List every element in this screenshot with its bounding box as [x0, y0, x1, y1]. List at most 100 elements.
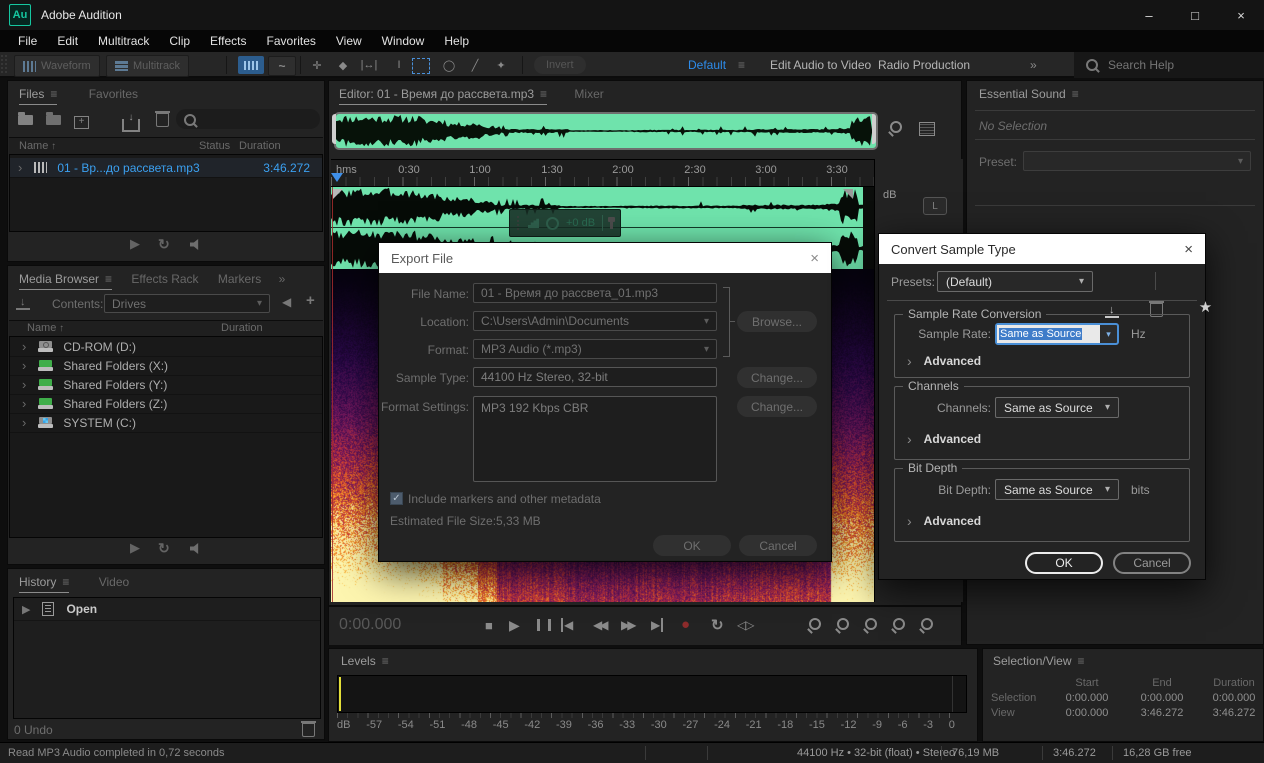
box-selection-tool-icon[interactable]: [412, 58, 430, 74]
invert-button[interactable]: Invert: [534, 56, 586, 74]
view-duration[interactable]: 3:46.272: [1199, 707, 1264, 719]
expand-chevron-icon[interactable]: [18, 160, 22, 175]
zoom-in-vertical-icon[interactable]: [806, 618, 821, 633]
display-options-icon[interactable]: [919, 122, 935, 136]
hud-pin-icon[interactable]: [610, 218, 613, 229]
new-item-icon[interactable]: [74, 116, 89, 129]
maximize-button[interactable]: □: [1172, 0, 1218, 30]
workspace-overflow-icon[interactable]: »: [1030, 52, 1037, 78]
favorite-star-icon[interactable]: [1199, 298, 1212, 316]
menu-effects[interactable]: Effects: [200, 34, 256, 48]
expand-chevron-icon[interactable]: [22, 339, 26, 354]
sample-rate-combo[interactable]: Same as Source ▾: [995, 323, 1119, 345]
presets-dropdown[interactable]: (Default)▾: [937, 271, 1093, 292]
skip-selection-button[interactable]: [737, 618, 753, 632]
cancel-button[interactable]: Cancel: [739, 535, 817, 556]
show-spectral-display-button[interactable]: ~: [268, 56, 296, 76]
drive-row[interactable]: Shared Folders (Y:): [10, 375, 322, 395]
paintbrush-tool-icon[interactable]: ╱: [464, 56, 486, 74]
location-dropdown[interactable]: C:\Users\Admin\Documents▾: [473, 311, 717, 331]
move-tool-icon[interactable]: ✛: [306, 56, 328, 74]
loop-playback-button[interactable]: [711, 616, 724, 634]
column-duration[interactable]: Duration: [221, 322, 263, 334]
zoom-in-horizontal-icon[interactable]: [862, 618, 877, 633]
drive-row[interactable]: Shared Folders (Z:): [10, 394, 322, 414]
tab-selection-view[interactable]: Selection/View: [993, 654, 1085, 671]
change-format-settings-button[interactable]: Change...: [737, 396, 817, 417]
cancel-button[interactable]: Cancel: [1113, 552, 1191, 574]
lasso-selection-tool-icon[interactable]: ◯: [438, 56, 460, 74]
change-sample-type-button[interactable]: Change...: [737, 367, 817, 388]
panel-menu-icon[interactable]: [62, 575, 69, 589]
ok-button[interactable]: OK: [1025, 552, 1103, 574]
panel-menu-icon[interactable]: [105, 272, 112, 286]
batch-export-icon[interactable]: [122, 119, 140, 132]
selection-end[interactable]: 0:00.000: [1125, 692, 1199, 704]
time-selection-tool-icon[interactable]: |↔|: [358, 56, 380, 74]
menu-multitrack[interactable]: Multitrack: [88, 34, 159, 48]
tab-editor[interactable]: Editor: 01 - Время до рассвета.mp3: [339, 87, 547, 105]
play-button[interactable]: [509, 617, 520, 634]
left-channel-button[interactable]: L: [923, 197, 947, 215]
import-file-icon[interactable]: [46, 115, 61, 125]
bit-depth-advanced[interactable]: Advanced: [907, 513, 981, 529]
column-name[interactable]: Name: [19, 140, 56, 152]
ok-button[interactable]: OK: [653, 535, 731, 556]
history-trash-icon[interactable]: [302, 723, 315, 740]
import-icon[interactable]: [16, 298, 30, 310]
include-metadata-checkbox[interactable]: [390, 492, 403, 505]
contents-dropdown[interactable]: Drives▾: [104, 294, 270, 313]
menu-view[interactable]: View: [326, 34, 372, 48]
view-start[interactable]: 0:00.000: [1049, 707, 1125, 719]
menu-help[interactable]: Help: [434, 34, 479, 48]
format-dropdown[interactable]: MP3 Audio (*.mp3)▾: [473, 339, 717, 359]
selection-duration[interactable]: 0:00.000: [1199, 692, 1264, 704]
tab-favorites[interactable]: Favorites: [89, 87, 138, 101]
add-icon[interactable]: [306, 292, 315, 309]
minimize-button[interactable]: –: [1126, 0, 1172, 30]
fade-out-handle[interactable]: [843, 189, 853, 199]
drive-row[interactable]: CD-ROM (D:): [10, 337, 322, 357]
panel-menu-icon[interactable]: [382, 654, 389, 668]
close-icon[interactable]: ×: [1184, 241, 1193, 258]
menu-clip[interactable]: Clip: [159, 34, 200, 48]
tab-levels[interactable]: Levels: [341, 654, 389, 671]
stop-button[interactable]: [485, 618, 493, 633]
expand-chevron-icon[interactable]: [22, 396, 26, 411]
gain-knob-icon[interactable]: [546, 217, 559, 230]
column-duration[interactable]: Duration: [239, 140, 281, 152]
drive-row[interactable]: SYSTEM (C:): [10, 413, 322, 433]
tab-essential-sound[interactable]: Essential Sound: [979, 87, 1079, 104]
workspace-default[interactable]: Default: [688, 52, 726, 78]
tab-files[interactable]: Files: [19, 87, 57, 105]
channels-dropdown[interactable]: Same as Source▾: [995, 397, 1119, 418]
tab-media-browser[interactable]: Media Browser: [19, 272, 112, 290]
panel-menu-icon[interactable]: [1072, 87, 1079, 101]
menu-edit[interactable]: Edit: [47, 34, 88, 48]
menu-favorites[interactable]: Favorites: [257, 34, 326, 48]
panel-menu-icon[interactable]: [540, 87, 547, 101]
back-arrow-icon[interactable]: [282, 295, 291, 309]
heads-up-gain-control[interactable]: +0 dB: [509, 209, 621, 237]
zoom-reset-icon[interactable]: [918, 618, 933, 633]
overview-left-handle[interactable]: [332, 114, 336, 144]
history-item-open[interactable]: ▶ Open: [14, 598, 320, 621]
dialog-titlebar[interactable]: Convert Sample Type ×: [879, 234, 1205, 264]
tab-video[interactable]: Video: [99, 575, 129, 589]
media-loop-button[interactable]: [158, 540, 170, 557]
pause-button[interactable]: [537, 619, 551, 631]
zoom-out-horizontal-icon[interactable]: [890, 618, 905, 633]
file-name-field[interactable]: 01 - Время до рассвета_01.mp3: [473, 283, 717, 303]
files-play-button[interactable]: [130, 236, 140, 252]
workspace-edit-audio-to-video[interactable]: Edit Audio to Video: [770, 52, 871, 78]
tab-history[interactable]: History: [19, 575, 69, 593]
menu-window[interactable]: Window: [372, 34, 435, 48]
column-status[interactable]: Status: [199, 140, 230, 152]
tab-markers[interactable]: Markers: [218, 272, 261, 286]
tab-mixer[interactable]: Mixer: [574, 87, 603, 101]
spot-healing-brush-icon[interactable]: ✦: [490, 56, 512, 74]
show-waveform-display-button[interactable]: [238, 56, 264, 74]
close-icon[interactable]: ×: [810, 250, 819, 267]
razor-tool-icon[interactable]: ◆: [332, 56, 354, 74]
expand-chevron-icon[interactable]: [22, 415, 26, 430]
